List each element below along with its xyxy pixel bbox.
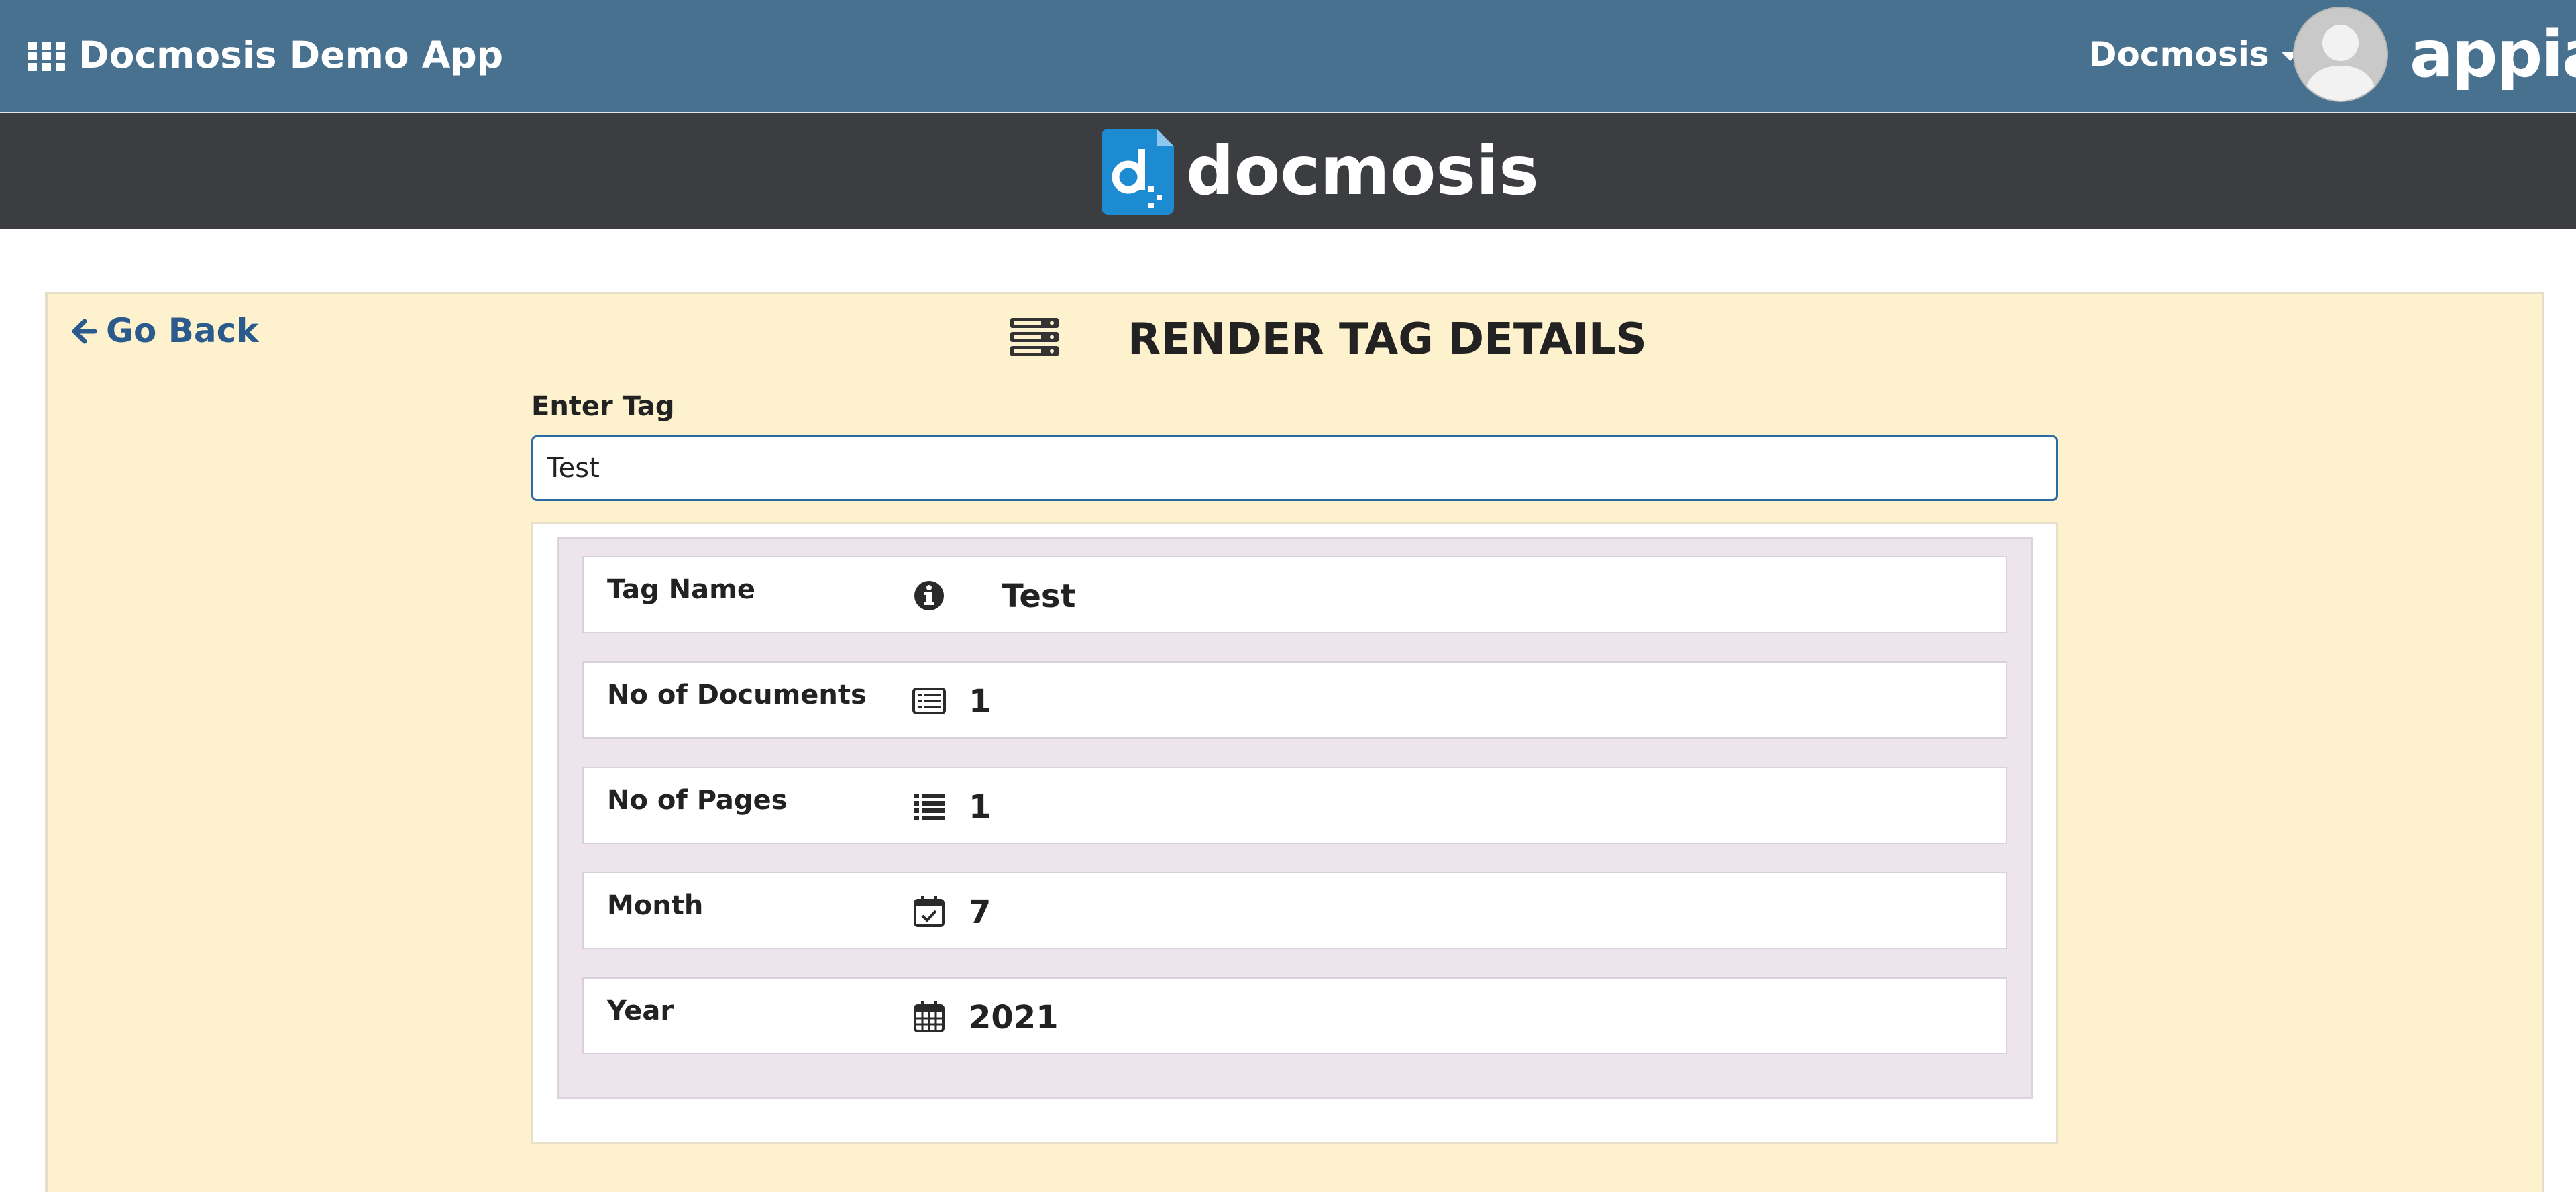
detail-label: Tag Name [607,574,755,605]
top-app-bar: Docmosis Demo App Docmosis appian [0,0,2576,112]
detail-value: 2021 [969,999,1059,1036]
detail-value: 1 [969,683,991,720]
detail-label: No of Pages [607,785,788,816]
enter-tag-label: Enter Tag [531,391,675,422]
go-back-link[interactable]: Go Back [71,310,259,351]
detail-value: 7 [969,893,991,931]
list-icon [912,790,946,823]
detail-label: Year [607,995,674,1026]
calendar-check-icon [912,895,946,928]
page-title: RENDER TAG DETAILS [1128,315,1647,364]
server-stack-icon [1009,317,1060,358]
brand-bar: docmosis [0,112,2576,229]
list-alt-icon [912,684,946,718]
brand-name: docmosis [1186,131,1539,210]
detail-row-no-of-pages: No of Pages 1 [582,767,2007,844]
user-menu-dropdown[interactable]: Docmosis [2089,32,2299,76]
detail-row-no-of-documents: No of Documents 1 [582,661,2007,739]
info-circle-icon [912,579,946,612]
user-avatar[interactable] [2293,7,2388,102]
go-back-label: Go Back [106,311,259,350]
detail-value: Test [1002,578,1076,615]
detail-label: No of Documents [607,680,867,710]
detail-value: 1 [969,788,991,826]
detail-label: Month [607,890,704,921]
apps-grid-icon[interactable] [28,42,65,71]
arrow-left-icon [71,312,97,344]
detail-row-month: Month 7 [582,872,2007,949]
user-menu-label: Docmosis [2089,35,2269,74]
detail-row-tag-name: Tag Name Test [582,556,2007,633]
app-title[interactable]: Docmosis Demo App [78,32,503,78]
tag-input[interactable] [531,435,2058,501]
detail-row-year: Year 2021 [582,977,2007,1054]
docmosis-logo-icon [1102,129,1174,215]
calendar-icon [912,1000,946,1034]
appian-logo: appian [2410,17,2576,92]
